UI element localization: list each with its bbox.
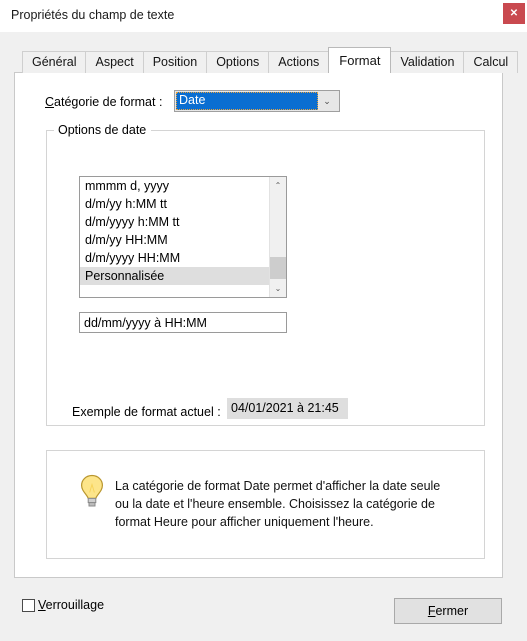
list-item[interactable]: d/m/yyyy h:MM tt: [80, 213, 270, 231]
list-item[interactable]: mmmm d, yyyy: [80, 177, 270, 195]
window-close-button[interactable]: ✕: [503, 3, 525, 24]
list-item[interactable]: d/m/yyyy HH:MM: [80, 249, 270, 267]
tab-options[interactable]: Options: [206, 51, 270, 73]
lightbulb-icon: [80, 474, 104, 507]
window-close-icon: ✕: [509, 8, 519, 19]
text-field-properties-dialog: Propriétés du champ de texte ✕ Général A…: [0, 0, 527, 641]
format-category-selected-value: Date: [179, 93, 206, 107]
lock-label-accesskey: V: [38, 598, 46, 612]
format-tip-text: La catégorie de format Date permet d'aff…: [115, 479, 441, 529]
close-dialog-button[interactable]: Fermer: [394, 598, 502, 624]
tab-format[interactable]: Format: [328, 47, 392, 73]
scroll-up-icon[interactable]: ⌃: [270, 177, 286, 194]
list-item-selected[interactable]: Personnalisée: [80, 267, 270, 285]
tab-position[interactable]: Position: [142, 51, 208, 73]
date-format-listbox-items: mmmm d, yyyy d/m/yy h:MM tt d/m/yyyy h:M…: [80, 177, 270, 285]
close-button-label: ermer: [435, 604, 469, 618]
list-item[interactable]: d/m/yy HH:MM: [80, 231, 270, 249]
tab-aspect[interactable]: Aspect: [85, 51, 144, 73]
lock-label-text: errouillage: [45, 598, 105, 612]
scrollbar-thumb[interactable]: [270, 257, 286, 279]
tab-strip: Général Aspect Position Options Actions …: [22, 47, 519, 73]
scroll-down-icon[interactable]: ⌄: [270, 280, 286, 297]
current-format-example-value-box: 04/01/2021 à 21:45: [227, 398, 348, 419]
lock-checkbox-row[interactable]: Verrouillage: [22, 598, 104, 612]
current-format-example-label: Exemple de format actuel :: [72, 405, 221, 419]
window-title: Propriétés du champ de texte: [11, 8, 175, 22]
current-format-example-value: 04/01/2021 à 21:45: [231, 401, 339, 415]
listbox-scrollbar[interactable]: ⌃ ⌄: [269, 177, 286, 297]
format-category-label-text: atégorie de format :: [54, 95, 163, 109]
format-category-label: Catégorie de format :: [45, 95, 162, 109]
date-format-listbox[interactable]: mmmm d, yyyy d/m/yy h:MM tt d/m/yyyy h:M…: [79, 176, 287, 298]
list-item[interactable]: d/m/yy h:MM tt: [80, 195, 270, 213]
format-category-label-accesskey: C: [45, 95, 55, 109]
title-bar: Propriétés du champ de texte ✕: [0, 0, 527, 32]
lock-checkbox-label: Verrouillage: [38, 598, 104, 612]
format-tip-box: La catégorie de format Date permet d'aff…: [46, 450, 485, 559]
chevron-down-icon[interactable]: ⌄: [317, 91, 337, 111]
lock-checkbox[interactable]: [22, 598, 35, 612]
tab-actions[interactable]: Actions: [268, 51, 330, 73]
tab-calcul[interactable]: Calcul: [463, 51, 519, 73]
custom-format-input[interactable]: [79, 312, 287, 333]
tab-general[interactable]: Général: [22, 51, 87, 73]
tab-validation[interactable]: Validation: [390, 51, 465, 73]
date-options-group-legend: Options de date: [54, 123, 152, 137]
format-category-dropdown[interactable]: Date ⌄: [174, 90, 340, 112]
